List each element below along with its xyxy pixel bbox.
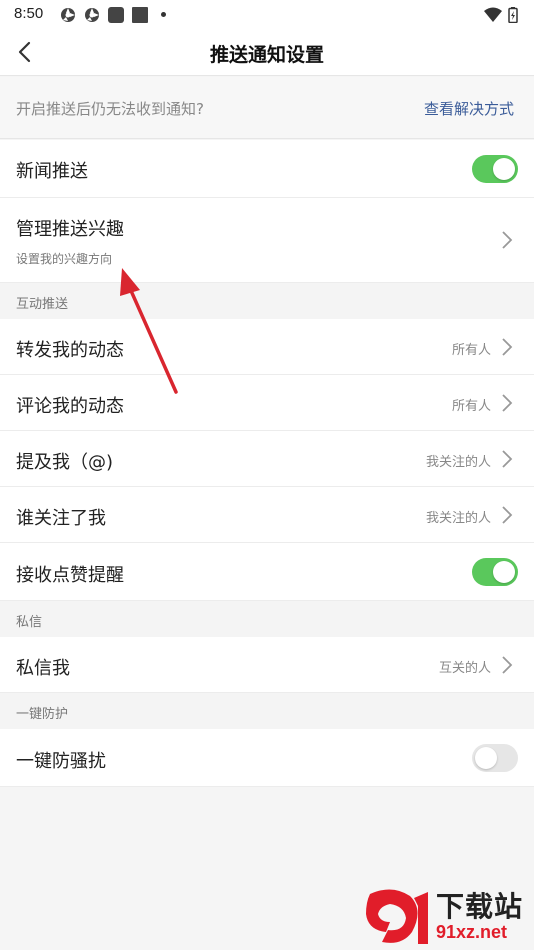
app-icon — [108, 7, 124, 23]
chevron-right-icon — [502, 231, 513, 249]
chevron-right-icon — [502, 450, 513, 468]
battery-icon — [508, 7, 518, 23]
push-tip-bar: 开启推送后仍无法收到通知? 查看解决方式 — [0, 77, 534, 139]
follow-row[interactable]: 谁关注了我 我关注的人 — [0, 487, 534, 543]
status-bar: 8:50 — [0, 0, 534, 30]
view-solution-link[interactable]: 查看解决方式 — [424, 98, 514, 119]
repost-row[interactable]: 转发我的动态 所有人 — [0, 319, 534, 375]
mention-value: 我关注的人 — [425, 455, 491, 470]
mention-label: 提及我（@) — [16, 452, 114, 473]
notification-icon — [61, 8, 75, 22]
news-push-toggle[interactable] — [472, 155, 518, 183]
page-title: 推送通知设置 — [209, 44, 324, 66]
dm-row[interactable]: 私信我 互关的人 — [0, 637, 534, 693]
section-label: 互动推送 — [16, 297, 69, 312]
dm-label: 私信我 — [16, 658, 70, 679]
watermark-url: 91xz.net — [436, 922, 508, 942]
section-header-interaction: 互动推送 — [0, 283, 534, 319]
mention-row[interactable]: 提及我（@) 我关注的人 — [0, 431, 534, 487]
follow-label: 谁关注了我 — [16, 508, 106, 529]
more-notifications-dot — [161, 12, 166, 17]
anti-harass-toggle[interactable] — [472, 744, 518, 772]
anti-harass-label: 一键防骚扰 — [16, 751, 106, 772]
manage-interest-subtitle: 设置我的兴趣方向 — [16, 252, 113, 266]
comment-value: 所有人 — [451, 399, 491, 414]
app-header: 推送通知设置 — [0, 30, 534, 76]
likes-row: 接收点赞提醒 — [0, 543, 534, 601]
news-push-label: 新闻推送 — [16, 161, 88, 182]
anti-harass-row: 一键防骚扰 — [0, 729, 534, 787]
toggle-knob — [493, 561, 515, 583]
section-label: 一键防护 — [16, 707, 69, 722]
status-time: 8:50 — [14, 5, 44, 22]
section-label: 私信 — [16, 615, 43, 630]
comment-row[interactable]: 评论我的动态 所有人 — [0, 375, 534, 431]
app-icon — [132, 7, 148, 23]
news-push-row: 新闻推送 — [0, 140, 534, 198]
chevron-right-icon — [502, 656, 513, 674]
chevron-right-icon — [502, 506, 513, 524]
repost-label: 转发我的动态 — [16, 340, 124, 361]
follow-value: 我关注的人 — [425, 511, 491, 526]
manage-interest-label: 管理推送兴趣 — [16, 219, 124, 240]
toggle-knob — [475, 747, 497, 769]
notification-icon — [85, 8, 99, 22]
section-header-protect: 一键防护 — [0, 693, 534, 729]
chevron-right-icon — [502, 338, 513, 356]
likes-toggle[interactable] — [472, 558, 518, 586]
dm-value: 互关的人 — [438, 661, 491, 676]
repost-value: 所有人 — [451, 343, 491, 358]
watermark-text: 下载站 — [436, 890, 524, 923]
section-header-private: 私信 — [0, 601, 534, 637]
comment-label: 评论我的动态 — [16, 396, 124, 417]
toggle-knob — [493, 158, 515, 180]
chevron-right-icon — [502, 394, 513, 412]
annotation-arrow-icon — [120, 268, 178, 394]
tip-text: 开启推送后仍无法收到通知? — [16, 100, 204, 118]
wifi-icon — [484, 7, 502, 22]
likes-label: 接收点赞提醒 — [16, 565, 124, 586]
manage-interest-row[interactable]: 管理推送兴趣 设置我的兴趣方向 — [0, 198, 534, 283]
